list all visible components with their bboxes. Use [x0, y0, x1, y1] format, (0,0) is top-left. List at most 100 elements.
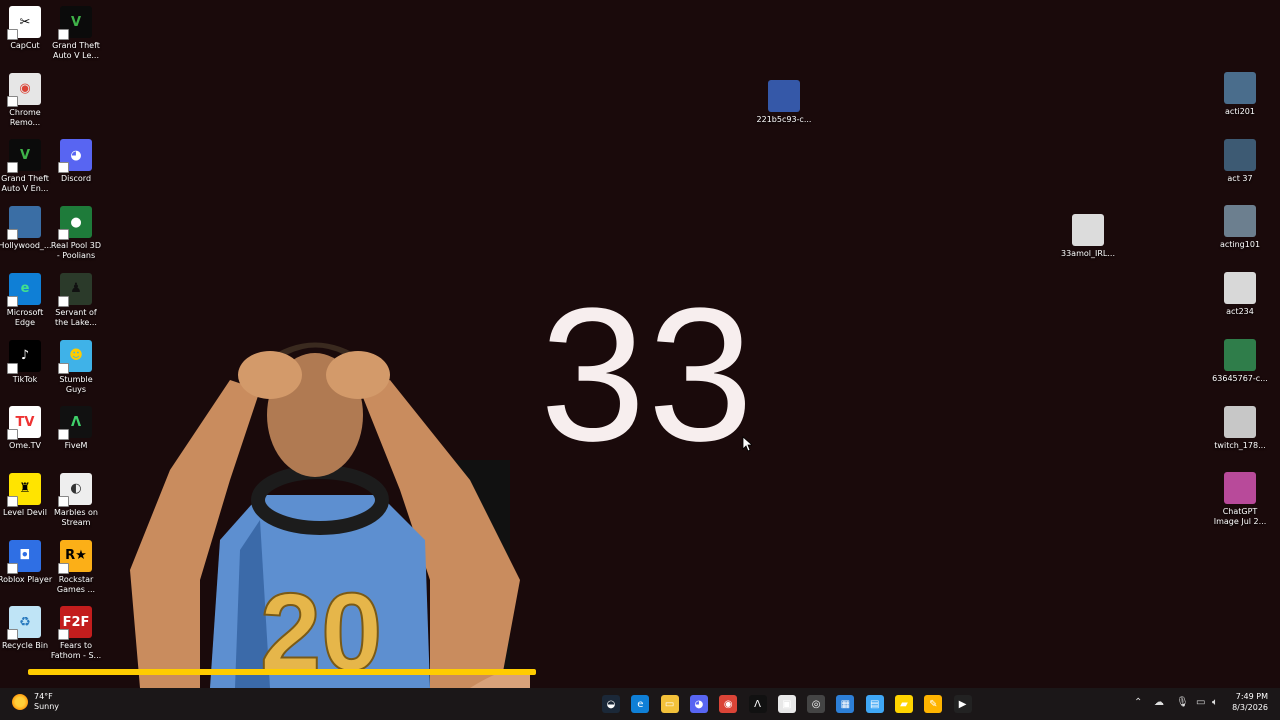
sticky-notes-icon[interactable]: ▰ [895, 695, 913, 713]
recycle-bin-icon: ♻ [7, 606, 41, 641]
video-thumbnail-icon [1072, 214, 1104, 246]
desktop-icon-label: Rockstar Games ... [56, 574, 96, 594]
microphone-icon[interactable]: 🎙︎ [1176, 697, 1189, 708]
desktop-icon[interactable]: acting101 [1215, 205, 1265, 250]
desktop-icon-label: FiveM [64, 441, 88, 451]
countdown-number: 33 [540, 269, 756, 481]
discord-icon[interactable]: ◕ [689, 695, 708, 713]
fivem-icon: Λ [58, 406, 92, 441]
desktop-icon-label: Servant of the Lake... [55, 307, 97, 327]
weather-condition: Sunny [34, 702, 60, 711]
video-thumbnail-icon [1224, 338, 1256, 371]
hollywood-image-icon [7, 206, 41, 241]
desktop-icon[interactable]: ♜ Level Devil [0, 472, 50, 518]
notes-icon[interactable]: ▤ [865, 695, 884, 713]
video-thumbnail-icon [768, 80, 800, 112]
video-thumbnail-icon [1224, 405, 1256, 438]
fivem-icon[interactable]: Λ [748, 695, 767, 713]
stumble-guys-icon: ☻ [58, 339, 92, 374]
ome-tv-icon: TV [7, 406, 41, 441]
desktop-icon[interactable]: 33amol_IRL... [1061, 214, 1115, 259]
desktop-icon[interactable]: ♻ Recycle Bin [0, 606, 50, 651]
desktop-icon-label: acti201 [1225, 107, 1255, 116]
desktop-icon[interactable]: Hollywood_... [0, 206, 52, 251]
desktop-icon[interactable]: ♪ TikTok [0, 339, 50, 385]
desktop-icon-label: 221b5c93-c... [756, 115, 812, 124]
system-clock[interactable]: 7:49 PM 8/3/2026 [1232, 691, 1268, 713]
gta-v-enhanced-icon: V [7, 139, 41, 174]
desktop-icon-label: Roblox Player [0, 574, 53, 584]
video-thumbnail-icon [1224, 72, 1256, 104]
display-icon[interactable]: ▭ [1196, 697, 1205, 708]
desktop-icon[interactable]: ◘ Roblox Player [0, 539, 53, 585]
desktop-icon-label: Chrome Remo... [9, 107, 41, 127]
desktop-icon[interactable]: ✂ CapCut [0, 6, 50, 51]
desktop-icon[interactable]: V Grand Theft Auto V Le... [51, 6, 101, 61]
sun-icon [12, 694, 28, 710]
desktop-icon[interactable]: 221b5c93-c... [756, 80, 812, 125]
desktop-icon-label: Real Pool 3D - Poolians [50, 241, 102, 261]
image-thumbnail-icon [1224, 472, 1256, 505]
capture-icon[interactable]: ▣ [777, 695, 796, 713]
store-icon[interactable]: ▦ [836, 695, 855, 713]
cloud-icon[interactable]: ☁ [1154, 697, 1164, 708]
fears-to-fathom-icon: F2F [58, 606, 92, 641]
capcut-icon: ✂ [7, 6, 41, 40]
tiktok-icon: ♪ [7, 339, 41, 374]
steam-icon[interactable]: ◒ [602, 695, 620, 713]
desktop-icon[interactable]: ◕ Discord [51, 139, 101, 184]
obs-icon[interactable]: ◎ [807, 695, 826, 713]
desktop-icon[interactable]: R★ Rockstar Games ... [51, 539, 101, 595]
desktop-icon-label: Level Devil [3, 507, 47, 517]
clock-date: 8/3/2026 [1232, 703, 1268, 712]
desktop-icon[interactable]: ☻ Stumble Guys [51, 339, 101, 395]
rockstar-icon: R★ [58, 539, 92, 574]
chevron-up-icon[interactable]: ⌃ [1134, 697, 1142, 708]
desktop-icon[interactable]: act234 [1215, 272, 1265, 317]
video-thumbnail-icon [1224, 272, 1256, 305]
desktop: ✂ CapCut V Grand Theft Auto V Le... ◉ Chrome … [0, 0, 1280, 688]
weather-temperature: 74°F [34, 692, 53, 701]
desktop-icon[interactable]: 63645767-c... [1212, 338, 1268, 384]
pencil-icon[interactable]: ✎ [924, 695, 943, 713]
chrome-remote-icon: ◉ [7, 72, 41, 107]
desktop-icon[interactable]: act 37 [1215, 138, 1265, 184]
desktop-icon[interactable]: ● Real Pool 3D - Poolians [51, 206, 101, 261]
desktop-icon[interactable]: e Microsoft Edge [0, 272, 50, 328]
file-explorer-icon[interactable]: ▭ [660, 695, 679, 713]
desktop-icon-label: Fears to Fathom - S... [50, 641, 102, 661]
weather-widget[interactable]: 74°F Sunny [12, 692, 59, 712]
marbles-icon: ◐ [58, 472, 92, 507]
servant-lake-icon: ♟ [58, 272, 92, 307]
media-player-icon[interactable]: ▶ [953, 695, 972, 713]
desktop-icon-label: TikTok [12, 374, 38, 384]
desktop-icon[interactable]: ◐ Marbles on Stream [51, 472, 101, 528]
speaker-icon[interactable]: 🔈︎ [1212, 697, 1218, 708]
video-thumbnail-icon [1224, 205, 1256, 238]
gta-v-icon: V [58, 6, 92, 40]
level-devil-icon: ♜ [7, 472, 41, 507]
desktop-icon-label: Microsoft Edge [6, 307, 44, 327]
desktop-icon-label: Hollywood_... [0, 241, 52, 251]
desktop-icon[interactable]: V Grand Theft Auto V En... [0, 139, 50, 194]
chrome-icon[interactable]: ◉ [719, 695, 738, 713]
desktop-icon-label: act 37 [1227, 173, 1253, 183]
desktop-icon[interactable]: acti201 [1215, 72, 1265, 117]
desktop-icon[interactable]: Λ FiveM [51, 406, 101, 451]
desktop-icon-label: 33amol_IRL... [1061, 249, 1115, 258]
mouse-cursor-icon [742, 436, 752, 452]
real-pool-icon: ● [58, 206, 92, 241]
desktop-icon-label: acting101 [1219, 240, 1261, 250]
overlay-progress-bar [28, 669, 536, 675]
edge-icon[interactable]: e [631, 695, 650, 713]
desktop-icon-label: Discord [60, 174, 92, 184]
desktop-icon[interactable]: ChatGPT Image Jul 2... [1214, 472, 1266, 527]
edge-icon: e [7, 272, 41, 307]
desktop-icon[interactable]: TV Ome.TV [0, 406, 50, 451]
desktop-icon[interactable]: F2F Fears to Fathom - S... [51, 606, 101, 661]
desktop-icon[interactable]: twitch_178... [1214, 405, 1266, 451]
desktop-icon-label: 63645767-c... [1212, 373, 1268, 383]
desktop-icon-label: Stumble Guys [59, 374, 93, 394]
desktop-icon[interactable]: ♟ Servant of the Lake... [51, 272, 101, 328]
desktop-icon[interactable]: ◉ Chrome Remo... [0, 72, 50, 128]
